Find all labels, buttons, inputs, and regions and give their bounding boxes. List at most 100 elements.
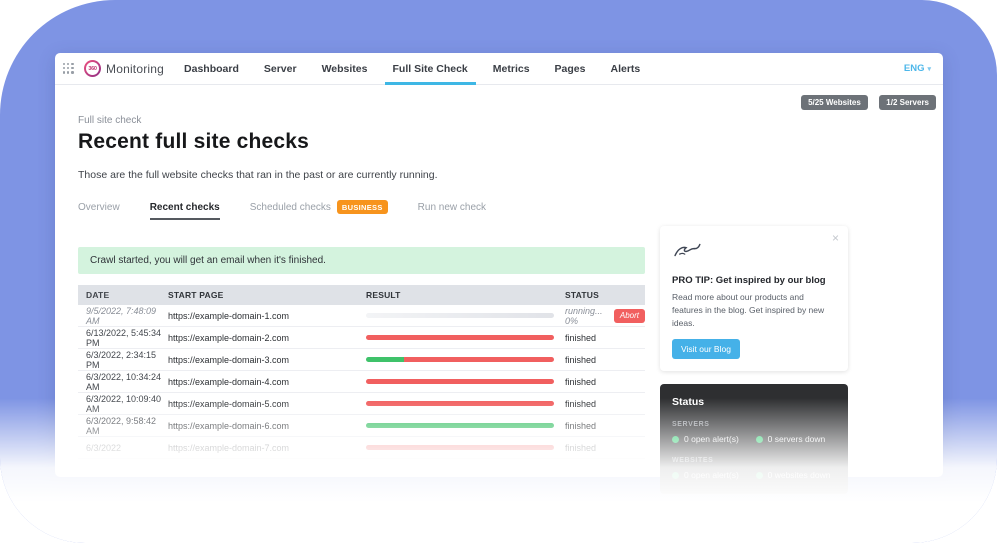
pro-tip-body: Read more about our products and feature… bbox=[672, 291, 836, 329]
tab-recent-checks[interactable]: Recent checks bbox=[150, 202, 220, 220]
side-column: × PRO TIP: Get inspired by our blog Read… bbox=[660, 226, 848, 494]
tab-overview[interactable]: Overview bbox=[78, 202, 120, 220]
checks-table: DATE START PAGE RESULT STATUS 9/5/2022, … bbox=[78, 285, 645, 459]
language-label: ENG bbox=[904, 63, 925, 74]
pro-tip-card: × PRO TIP: Get inspired by our blog Read… bbox=[660, 226, 848, 371]
websites-section-label: WEBSITES bbox=[672, 457, 836, 464]
content: Full site check Recent full site checks … bbox=[55, 107, 943, 494]
check-result bbox=[366, 401, 565, 406]
business-badge: BUSINESS bbox=[337, 200, 388, 214]
col-header-result: RESULT bbox=[366, 290, 565, 300]
progress-bar bbox=[366, 313, 554, 318]
check-date: 6/3/2022, 9:58:42 AM bbox=[78, 416, 168, 436]
nav-item-websites[interactable]: Websites bbox=[320, 53, 370, 84]
marketing-background: 360 Monitoring Dashboard Server Websites… bbox=[0, 0, 997, 543]
language-selector[interactable]: ENG ▾ bbox=[904, 53, 931, 84]
nav-item-dashboard[interactable]: Dashboard bbox=[182, 53, 241, 84]
corner-wedge-decoration bbox=[0, 491, 12, 543]
check-date: 6/3/2022, 2:34:15 PM bbox=[78, 350, 168, 370]
nav-item-metrics[interactable]: Metrics bbox=[491, 53, 532, 84]
servers-open-alerts: 0 open alert(s) bbox=[672, 434, 756, 444]
check-start-page: https://example-domain-3.com bbox=[168, 355, 366, 365]
progress-red-segment bbox=[404, 357, 554, 362]
check-status: finished bbox=[565, 333, 645, 343]
logo[interactable]: 360 Monitoring bbox=[84, 53, 164, 84]
check-status-text: finished bbox=[565, 333, 596, 343]
check-status: finished bbox=[565, 421, 645, 431]
abort-button[interactable]: Abort bbox=[614, 309, 645, 323]
close-icon[interactable]: × bbox=[832, 232, 839, 244]
progress-red-segment bbox=[366, 445, 554, 450]
check-status: finished bbox=[565, 443, 645, 453]
green-status-dot-icon bbox=[672, 436, 679, 443]
servers-status-items: 0 open alert(s) 0 servers down bbox=[672, 434, 836, 444]
progress-bar bbox=[366, 445, 554, 450]
check-status: finished bbox=[565, 377, 645, 387]
websites-status-items: 0 open alert(s) 0 websites down bbox=[672, 470, 836, 480]
check-result bbox=[366, 357, 565, 362]
check-status-text: finished bbox=[565, 355, 596, 365]
breadcrumb: Full site check bbox=[78, 115, 645, 126]
nav-item-alerts[interactable]: Alerts bbox=[608, 53, 642, 84]
nav-item-pages[interactable]: Pages bbox=[553, 53, 588, 84]
check-start-page: https://example-domain-5.com bbox=[168, 399, 366, 409]
page-subtitle: Those are the full website checks that r… bbox=[78, 169, 645, 181]
table-body: 9/5/2022, 7:48:09 AM https://example-dom… bbox=[78, 305, 645, 459]
check-status-text: finished bbox=[565, 399, 596, 409]
servers-down: 0 servers down bbox=[756, 434, 826, 444]
check-start-page: https://example-domain-7.com bbox=[168, 443, 366, 453]
check-status-text: finished bbox=[565, 377, 596, 387]
check-date: 6/3/2022, 10:09:40 AM bbox=[78, 394, 168, 414]
check-status-text: running... 0% bbox=[565, 306, 607, 326]
progress-bar bbox=[366, 335, 554, 340]
main-column: Full site check Recent full site checks … bbox=[78, 107, 645, 494]
col-header-status: STATUS bbox=[565, 290, 645, 300]
check-status-text: finished bbox=[565, 443, 596, 453]
col-header-date: DATE bbox=[78, 290, 168, 300]
visit-blog-button[interactable]: Visit our Blog bbox=[672, 339, 740, 359]
check-result bbox=[366, 335, 565, 340]
check-result bbox=[366, 423, 565, 428]
table-row: 9/5/2022, 7:48:09 AM https://example-dom… bbox=[78, 305, 645, 327]
app-launcher-grid-icon[interactable] bbox=[63, 63, 74, 74]
check-status: finished bbox=[565, 355, 645, 365]
logo-360-icon: 360 bbox=[84, 60, 101, 77]
progress-green-segment bbox=[366, 357, 404, 362]
check-date: 6/3/2022 bbox=[78, 443, 168, 453]
col-header-start-page: START PAGE bbox=[168, 290, 366, 300]
table-row: 6/13/2022, 5:45:34 PM https://example-do… bbox=[78, 327, 645, 349]
app-window: 360 Monitoring Dashboard Server Websites… bbox=[55, 53, 943, 477]
check-date: 6/3/2022, 10:34:24 AM bbox=[78, 372, 168, 392]
progress-bar bbox=[366, 379, 554, 384]
check-status: finished bbox=[565, 399, 645, 409]
status-card: Status SERVERS 0 open alert(s) 0 servers… bbox=[660, 384, 848, 494]
check-date: 6/13/2022, 5:45:34 PM bbox=[78, 328, 168, 348]
green-status-dot-icon bbox=[756, 472, 763, 479]
nav-item-full-site-check[interactable]: Full Site Check bbox=[391, 53, 470, 84]
tab-scheduled-checks[interactable]: Scheduled checks BUSINESS bbox=[250, 200, 388, 221]
check-result bbox=[366, 445, 565, 450]
progress-bar bbox=[366, 401, 554, 406]
green-status-dot-icon bbox=[756, 436, 763, 443]
progress-red-segment bbox=[366, 335, 554, 340]
status-card-title: Status bbox=[672, 396, 836, 408]
usage-badges-row: 5/25 Websites 1/2 Servers bbox=[55, 85, 943, 107]
check-start-page: https://example-domain-6.com bbox=[168, 421, 366, 431]
nav-item-server[interactable]: Server bbox=[262, 53, 299, 84]
table-row: 6/3/2022, 9:58:42 AM https://example-dom… bbox=[78, 415, 645, 437]
servers-usage-badge: 1/2 Servers bbox=[879, 95, 936, 110]
check-result bbox=[366, 313, 565, 318]
tab-run-new-check[interactable]: Run new check bbox=[418, 202, 486, 220]
table-row: 6/3/2022, 10:34:24 AM https://example-do… bbox=[78, 371, 645, 393]
tabs: Overview Recent checks Scheduled checks … bbox=[78, 200, 645, 221]
check-start-page: https://example-domain-1.com bbox=[168, 311, 366, 321]
websites-open-alerts: 0 open alert(s) bbox=[672, 470, 756, 480]
check-date: 9/5/2022, 7:48:09 AM bbox=[78, 306, 168, 326]
servers-section-label: SERVERS bbox=[672, 421, 836, 428]
websites-down: 0 websites down bbox=[756, 470, 831, 480]
tab-scheduled-checks-label: Scheduled checks bbox=[250, 202, 331, 213]
success-notification: Crawl started, you will get an email whe… bbox=[78, 247, 645, 274]
websites-usage-badge: 5/25 Websites bbox=[801, 95, 868, 110]
table-row: 6/3/2022, 10:09:40 AM https://example-do… bbox=[78, 393, 645, 415]
check-start-page: https://example-domain-4.com bbox=[168, 377, 366, 387]
